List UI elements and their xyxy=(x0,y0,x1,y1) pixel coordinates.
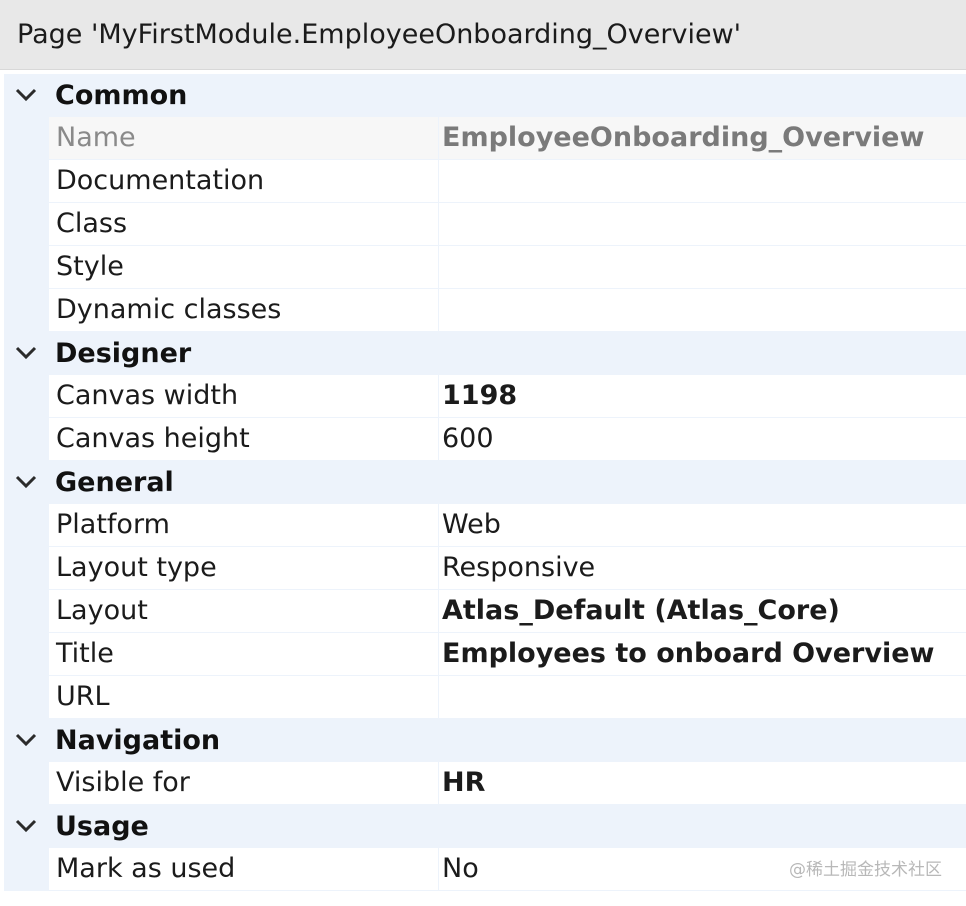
property-row-title[interactable]: Title Employees to onboard Overview xyxy=(4,633,966,676)
property-name: Class xyxy=(49,203,438,245)
category-label: General xyxy=(55,467,174,498)
category-usage[interactable]: Usage xyxy=(4,805,966,848)
properties-window: Page 'MyFirstModule.EmployeeOnboarding_O… xyxy=(0,0,966,906)
property-name: URL xyxy=(49,676,438,718)
property-value[interactable]: EmployeeOnboarding_Overview xyxy=(439,117,966,159)
property-value[interactable]: 1198 xyxy=(439,375,966,417)
category-common[interactable]: Common xyxy=(4,74,966,117)
property-row-canvas-height[interactable]: Canvas height 600 xyxy=(4,418,966,461)
property-value[interactable]: Web xyxy=(439,504,966,546)
category-label: Navigation xyxy=(55,725,221,756)
property-value[interactable] xyxy=(439,160,966,202)
property-row-url[interactable]: URL xyxy=(4,676,966,719)
chevron-down-icon[interactable] xyxy=(14,341,38,365)
property-grid: Common Name EmployeeOnboarding_Overview … xyxy=(4,74,966,891)
property-name: Dynamic classes xyxy=(49,289,438,331)
property-name: Documentation xyxy=(49,160,438,202)
properties-title: Page 'MyFirstModule.EmployeeOnboarding_O… xyxy=(17,19,742,50)
property-value[interactable] xyxy=(439,289,966,331)
property-value[interactable] xyxy=(439,203,966,245)
property-name: Style xyxy=(49,246,438,288)
property-row-canvas-width[interactable]: Canvas width 1198 xyxy=(4,375,966,418)
category-label: Designer xyxy=(55,338,192,369)
property-value[interactable]: Atlas_Default (Atlas_Core) xyxy=(439,590,966,632)
property-value[interactable] xyxy=(439,676,966,718)
property-name: Visible for xyxy=(49,762,438,804)
property-value[interactable]: Responsive xyxy=(439,547,966,589)
category-navigation[interactable]: Navigation xyxy=(4,719,966,762)
property-name: Title xyxy=(49,633,438,675)
property-row-style[interactable]: Style xyxy=(4,246,966,289)
property-value[interactable]: 600 xyxy=(439,418,966,460)
property-row-layout-type[interactable]: Layout type Responsive xyxy=(4,547,966,590)
properties-title-bar: Page 'MyFirstModule.EmployeeOnboarding_O… xyxy=(0,0,966,70)
property-name: Canvas height xyxy=(49,418,438,460)
category-label: Common xyxy=(55,80,188,111)
property-row-name[interactable]: Name EmployeeOnboarding_Overview xyxy=(4,117,966,160)
chevron-down-icon[interactable] xyxy=(14,814,38,838)
property-row-visible-for[interactable]: Visible for HR xyxy=(4,762,966,805)
chevron-down-icon[interactable] xyxy=(14,83,38,107)
property-name: Layout type xyxy=(49,547,438,589)
property-name: Canvas width xyxy=(49,375,438,417)
chevron-down-icon[interactable] xyxy=(14,728,38,752)
category-designer[interactable]: Designer xyxy=(4,332,966,375)
property-row-documentation[interactable]: Documentation xyxy=(4,160,966,203)
property-value[interactable] xyxy=(439,246,966,288)
property-value[interactable]: Employees to onboard Overview xyxy=(439,633,966,675)
category-label: Usage xyxy=(55,811,149,842)
property-row-dynamic-classes[interactable]: Dynamic classes xyxy=(4,289,966,332)
property-name: Mark as used xyxy=(49,848,438,890)
chevron-down-icon[interactable] xyxy=(14,470,38,494)
property-value[interactable]: HR xyxy=(439,762,966,804)
property-row-platform[interactable]: Platform Web xyxy=(4,504,966,547)
property-row-layout[interactable]: Layout Atlas_Default (Atlas_Core) xyxy=(4,590,966,633)
category-general[interactable]: General xyxy=(4,461,966,504)
property-name: Platform xyxy=(49,504,438,546)
property-name: Name xyxy=(49,117,438,159)
property-row-class[interactable]: Class xyxy=(4,203,966,246)
property-name: Layout xyxy=(49,590,438,632)
watermark: @稀土掘金技术社区 xyxy=(789,860,942,880)
